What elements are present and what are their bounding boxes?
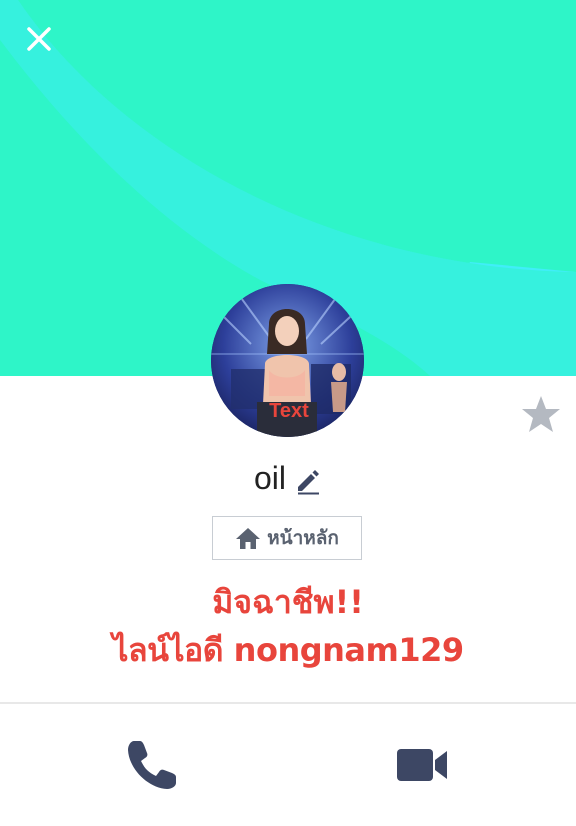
- home-icon: [236, 528, 261, 549]
- video-camera-icon: [397, 749, 447, 781]
- divider: [0, 702, 576, 704]
- pencil-icon: [298, 470, 319, 495]
- avatar-text-overlay: Text: [269, 400, 309, 422]
- avatar-image: Text: [211, 284, 364, 437]
- favorite-button[interactable]: [520, 393, 562, 435]
- close-button[interactable]: [22, 22, 56, 56]
- home-button[interactable]: หน้าหลัก: [212, 516, 362, 560]
- video-call-button[interactable]: [392, 740, 452, 790]
- home-button-label: หน้าหลัก: [267, 527, 339, 549]
- voice-call-button[interactable]: [122, 735, 182, 795]
- status-line-1: มิจฉาชีพ!!: [212, 583, 364, 621]
- profile-avatar[interactable]: Text: [211, 284, 364, 437]
- phone-icon: [128, 741, 176, 789]
- status-line-2: ไลน์ไอดี nongnam129: [112, 631, 464, 669]
- close-icon: [27, 27, 51, 51]
- profile-name: oil: [253, 459, 286, 496]
- status-message: มิจฉาชีพ!! ไลน์ไอดี nongnam129: [0, 578, 576, 674]
- profile-name-row: oil: [0, 454, 576, 502]
- edit-name-button[interactable]: [294, 467, 322, 495]
- star-icon: [522, 396, 560, 432]
